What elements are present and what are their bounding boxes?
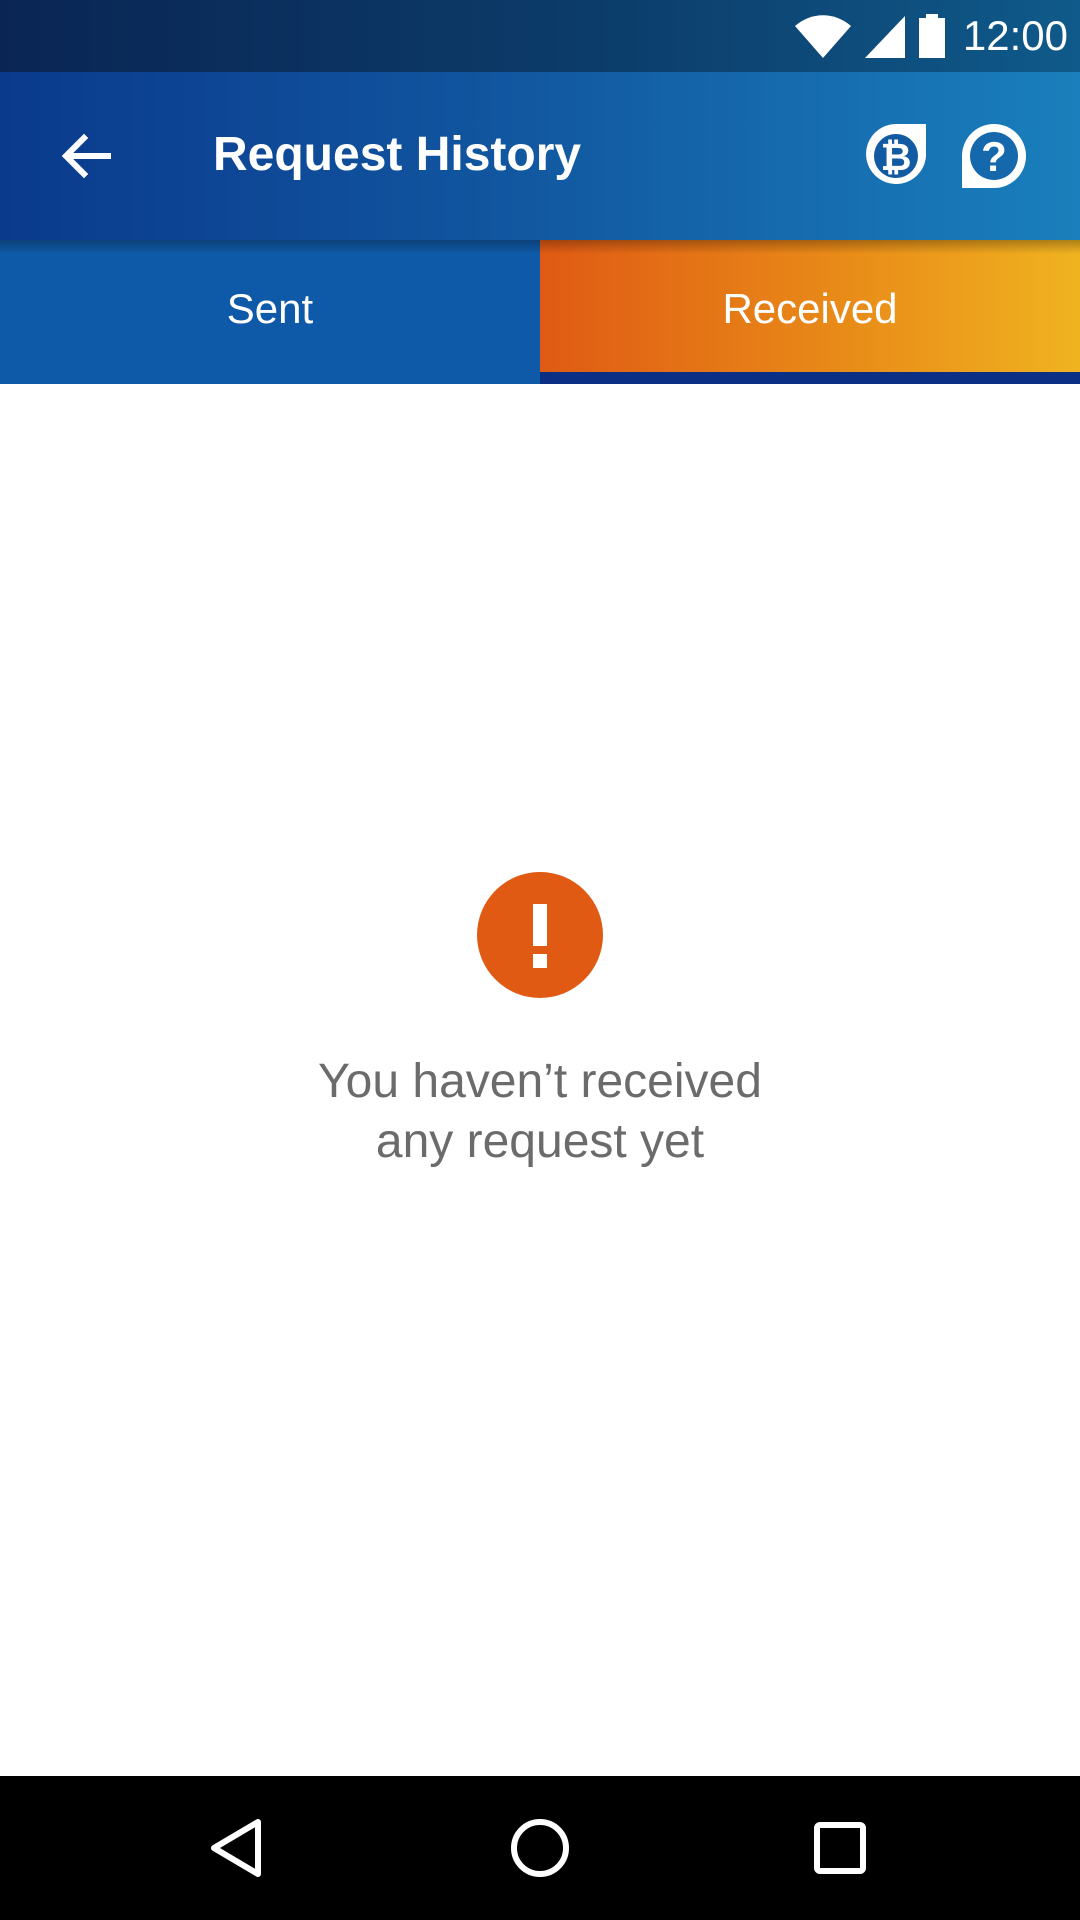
empty-state-line-2: any request yet [375, 1115, 705, 1168]
app-bar: Request History ₿ ? [0, 72, 1080, 240]
nav-home-icon [511, 1819, 569, 1877]
page-title: Request History [213, 128, 582, 181]
nav-home-button[interactable] [492, 1800, 588, 1896]
status-icons: 12:00 [793, 10, 1068, 62]
tab-selected-indicator [540, 372, 1080, 384]
back-button[interactable] [40, 110, 132, 202]
nav-back-icon [211, 1819, 261, 1877]
arrow-back-icon [61, 133, 111, 179]
nav-recents-icon [814, 1822, 866, 1874]
tab-shadow [540, 240, 1080, 254]
alert-icon [477, 872, 603, 998]
help-icon: ? [962, 124, 1026, 188]
bitcoin-icon: ₿ [866, 124, 926, 184]
tab-received[interactable]: Received [540, 240, 1080, 384]
help-button[interactable]: ? [956, 118, 1032, 194]
tab-bar: Sent Received [0, 240, 1080, 384]
bitcoin-button[interactable]: ₿ [858, 118, 934, 194]
empty-state-message: You haven’t received any request yet [0, 1052, 1080, 1172]
status-time: 12:00 [962, 12, 1068, 59]
navigation-bar [0, 1776, 1080, 1920]
nav-recents-button[interactable] [792, 1800, 888, 1896]
status-bar: 12:00 [0, 0, 1080, 72]
tab-received-label: Received [722, 285, 898, 332]
screen: 12:00 Request History ₿ ? Sent Received … [0, 0, 1080, 1920]
nav-back-button[interactable] [190, 1800, 286, 1896]
empty-state: You haven’t received any request yet [0, 872, 1080, 1172]
tab-sent[interactable]: Sent [0, 240, 540, 384]
empty-state-line-1: You haven’t received [318, 1055, 762, 1108]
battery-icon [918, 14, 945, 58]
wifi-icon [794, 15, 851, 58]
tab-sent-label: Sent [226, 285, 314, 332]
svg-text:₿: ₿ [881, 137, 912, 179]
tab-shadow [0, 240, 540, 254]
signal-icon [864, 16, 905, 58]
svg-text:?: ? [981, 133, 1007, 180]
